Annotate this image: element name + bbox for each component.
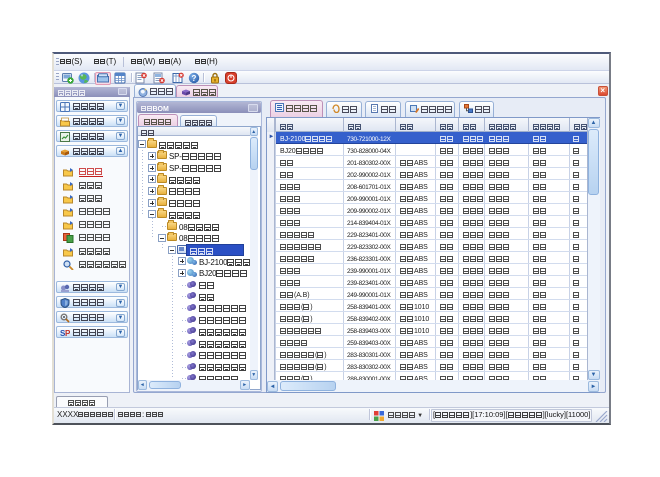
svg-text:P: P	[65, 329, 70, 338]
svg-text:?: ?	[192, 74, 197, 83]
